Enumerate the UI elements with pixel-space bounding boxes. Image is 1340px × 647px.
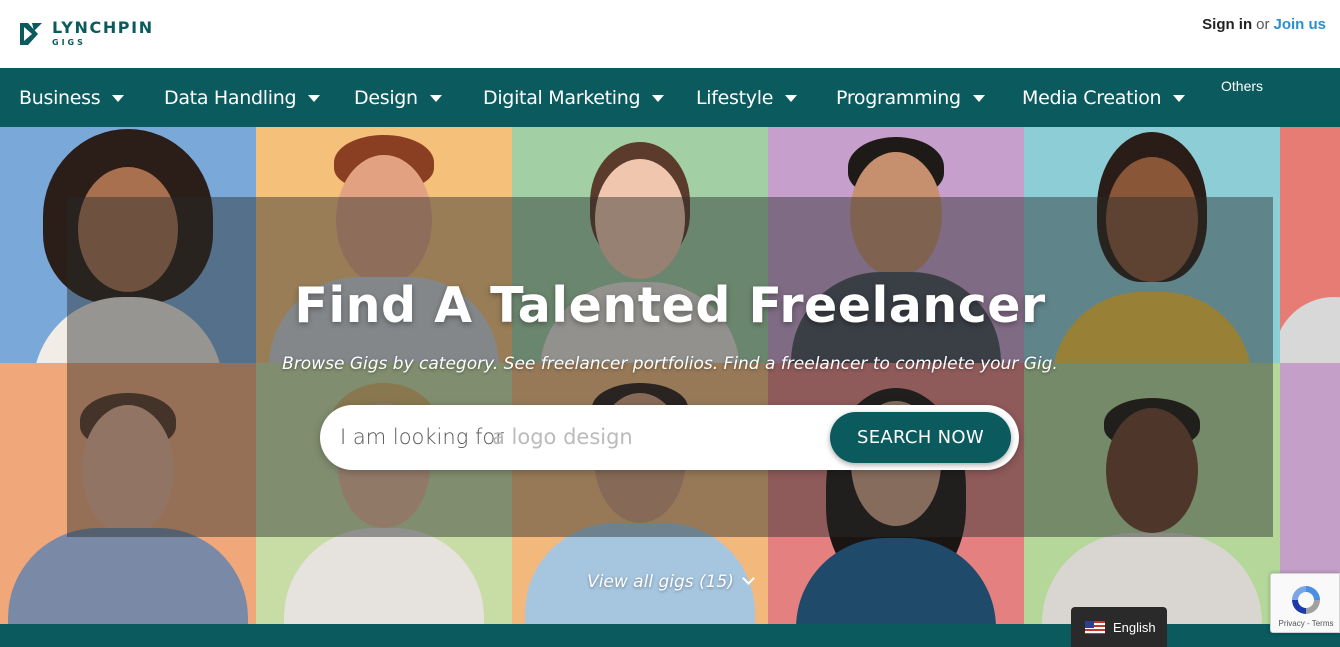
nav-item-label: Data Handling <box>164 86 297 109</box>
hero-title: Find A Talented Freelancer <box>294 277 1046 334</box>
site-header: LYNCHPIN GIGS Sign in or Join us <box>0 0 1340 68</box>
nav-item-data-handling[interactable]: Data Handling <box>164 68 321 127</box>
nav-item-business[interactable]: Business <box>19 68 125 127</box>
caret-down-icon <box>785 95 798 102</box>
nav-item-label: Business <box>19 86 101 109</box>
recaptcha-icon <box>1292 586 1320 614</box>
brand-sub: GIGS <box>52 38 86 47</box>
hero-section: Find A Talented Freelancer Browse Gigs b… <box>0 127 1340 624</box>
chevron-down-icon <box>742 572 755 585</box>
language-selector[interactable]: English <box>1071 607 1167 647</box>
sign-in-link[interactable]: Sign in <box>1202 16 1252 33</box>
view-all-gigs-link[interactable]: View all gigs (15) <box>0 572 1340 592</box>
caret-down-icon <box>652 95 665 102</box>
view-all-label: View all gigs (15) <box>587 572 734 592</box>
recaptcha-badge[interactable]: Privacy - Terms <box>1270 573 1340 633</box>
nav-item-label: Media Creation <box>1022 86 1162 109</box>
logo-mark-icon <box>20 22 42 45</box>
language-label: English <box>1113 619 1156 635</box>
caret-down-icon <box>308 95 321 102</box>
nav-item-others[interactable]: Others <box>1221 78 1263 94</box>
category-nav: Business Data Handling Design Digital Ma… <box>0 68 1340 127</box>
search-bar: I am looking for SEARCH NOW <box>320 405 1019 470</box>
caret-down-icon <box>429 95 442 102</box>
nav-item-label: Lifestyle <box>696 86 774 109</box>
brand-name: LYNCHPIN <box>52 18 154 37</box>
nav-item-label: Design <box>354 86 418 109</box>
nav-item-lifestyle[interactable]: Lifestyle <box>696 68 798 127</box>
search-label: I am looking for <box>340 425 504 449</box>
recaptcha-links[interactable]: Privacy - Terms <box>1271 619 1340 628</box>
nav-item-programming[interactable]: Programming <box>836 68 985 127</box>
nav-item-media-creation[interactable]: Media Creation <box>1022 68 1186 127</box>
us-flag-icon <box>1085 620 1105 634</box>
nav-item-digital-marketing[interactable]: Digital Marketing <box>483 68 665 127</box>
auth-or-text: or <box>1256 16 1270 33</box>
search-input[interactable] <box>492 419 822 455</box>
caret-down-icon <box>1173 95 1186 102</box>
join-us-link[interactable]: Join us <box>1273 16 1326 33</box>
nav-item-label: Digital Marketing <box>483 86 641 109</box>
nav-item-label: Programming <box>836 86 961 109</box>
hero-subtitle: Browse Gigs by category. See freelancer … <box>282 354 1058 374</box>
auth-links: Sign in or Join us <box>1202 16 1326 33</box>
caret-down-icon <box>112 95 125 102</box>
nav-item-design[interactable]: Design <box>354 68 442 127</box>
caret-down-icon <box>972 95 985 102</box>
brand-logo[interactable]: LYNCHPIN GIGS <box>18 20 154 47</box>
search-now-button[interactable]: SEARCH NOW <box>830 412 1011 463</box>
